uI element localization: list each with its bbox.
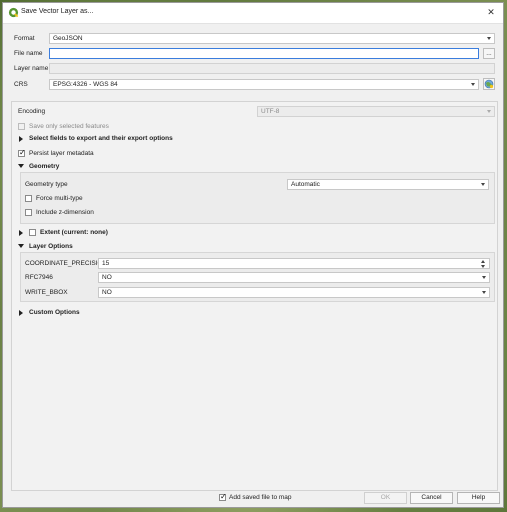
options-panel: Encoding UTF-8 Save only selected featur… [11, 101, 498, 491]
select-fields-header[interactable]: Select fields to export and their export… [29, 135, 173, 142]
help-button[interactable]: Help [457, 492, 500, 504]
write-bbox-select[interactable]: NO [98, 287, 490, 298]
close-icon[interactable]: ✕ [485, 6, 497, 18]
chevron-down-icon [487, 110, 491, 113]
chevron-down-icon [482, 276, 486, 279]
expand-right-icon[interactable] [19, 136, 23, 142]
geometry-type-value: Automatic [291, 181, 320, 188]
checkmark-icon: ✓ [19, 148, 26, 157]
chevron-down-icon [481, 183, 485, 186]
include-z-checkbox[interactable] [25, 209, 32, 216]
include-z-label: Include z-dimension [36, 209, 94, 216]
rfc7946-value: NO [102, 274, 112, 281]
layer-options-header[interactable]: Layer Options [29, 243, 73, 250]
encoding-select-value: UTF-8 [261, 108, 280, 115]
force-multi-checkbox[interactable] [25, 195, 32, 202]
rfc7946-select[interactable]: NO [98, 272, 490, 283]
coord-precision-spinbox[interactable]: 15 [98, 258, 490, 269]
qgis-logo-icon [8, 7, 19, 18]
geometry-header[interactable]: Geometry [29, 163, 59, 170]
layer-options-group: COORDINATE_PRECISION 15 RFC7946 NO WRITE… [20, 252, 495, 302]
encoding-label: Encoding [18, 108, 46, 115]
globe-icon [484, 79, 494, 89]
write-bbox-value: NO [102, 289, 112, 296]
crs-label: CRS [14, 81, 28, 88]
save-vector-layer-dialog: Save Vector Layer as... ✕ Format GeoJSON… [2, 2, 504, 508]
extent-checkbox[interactable] [29, 229, 36, 236]
write-bbox-label: WRITE_BBOX [25, 289, 68, 296]
layername-label: Layer name [14, 65, 49, 72]
chevron-down-icon [487, 37, 491, 40]
crs-select[interactable]: EPSG:4326 - WGS 84 [49, 79, 479, 90]
title-bar: Save Vector Layer as... ✕ [3, 3, 503, 24]
collapse-down-icon[interactable] [18, 244, 24, 248]
window-title: Save Vector Layer as... [21, 8, 94, 15]
extent-header[interactable]: Extent (current: none) [40, 229, 108, 236]
crs-select-value: EPSG:4326 - WGS 84 [53, 81, 118, 88]
geometry-group: Geometry type Automatic Force multi-type… [20, 172, 495, 224]
browse-button[interactable]: ... [483, 48, 495, 59]
format-select-value: GeoJSON [53, 35, 83, 42]
save-only-selected-checkbox[interactable] [18, 123, 25, 130]
expand-right-icon[interactable] [19, 310, 23, 316]
chevron-down-icon [482, 291, 486, 294]
ok-button[interactable]: OK [364, 492, 407, 504]
format-label: Format [14, 35, 35, 42]
cancel-button[interactable]: Cancel [410, 492, 453, 504]
force-multi-label: Force multi-type [36, 195, 83, 202]
format-select[interactable]: GeoJSON [49, 33, 495, 44]
save-only-selected-label: Save only selected features [29, 123, 109, 130]
crs-selector-button[interactable] [483, 78, 495, 90]
checkmark-icon: ✓ [220, 492, 227, 501]
encoding-select[interactable]: UTF-8 [257, 106, 495, 117]
add-saved-file-label: Add saved file to map [229, 494, 292, 501]
coord-precision-value: 15 [102, 260, 110, 267]
persist-metadata-label: Persist layer metadata [29, 150, 94, 157]
filename-input[interactable] [49, 48, 479, 59]
collapse-down-icon[interactable] [18, 164, 24, 168]
coord-precision-label: COORDINATE_PRECISION [25, 260, 108, 267]
spin-arrows-icon[interactable] [481, 260, 486, 268]
custom-options-header[interactable]: Custom Options [29, 309, 80, 316]
expand-right-icon[interactable] [19, 230, 23, 236]
chevron-down-icon [471, 83, 475, 86]
rfc7946-label: RFC7946 [25, 274, 53, 281]
geometry-type-select[interactable]: Automatic [287, 179, 489, 190]
filename-label: File name [14, 50, 43, 57]
layername-input[interactable] [49, 63, 495, 74]
geometry-type-label: Geometry type [25, 181, 68, 188]
persist-metadata-checkbox[interactable]: ✓ [18, 148, 26, 157]
add-saved-file-checkbox[interactable]: ✓ [219, 492, 227, 501]
